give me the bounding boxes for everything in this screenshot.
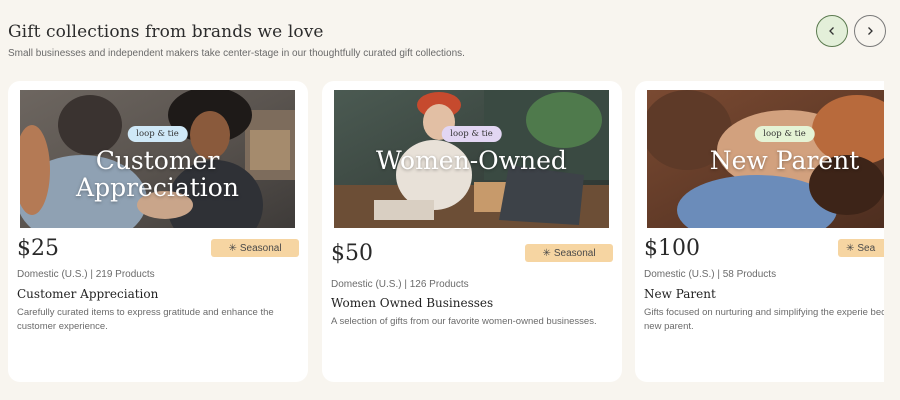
card-meta: Domestic (U.S.) | 126 Products — [331, 279, 469, 290]
card-name[interactable]: New Parent — [644, 287, 716, 301]
price: $50 — [331, 241, 373, 266]
status-badge: ✳ Seasonal — [525, 244, 613, 262]
overlay-line: Appreciation — [76, 173, 239, 202]
overlay-line: New Parent — [709, 146, 860, 175]
status-badge: ✳ Sea — [838, 239, 884, 257]
card-description: A selection of gifts from our favorite w… — [331, 316, 597, 327]
carousel-track: loop & tie Customer Appreciation $25 ✳ S… — [0, 0, 884, 400]
collection-card-new-parent[interactable]: loop & tie New Parent $100 ✳ Sea Domesti… — [635, 81, 884, 382]
collection-card-women-owned[interactable]: loop & tie Women-Owned $50 ✳ Seasonal Do… — [322, 81, 622, 382]
image-overlay-title: Women-Owned — [334, 147, 609, 174]
card-meta: Domestic (U.S.) | 219 Products — [17, 269, 155, 280]
price: $100 — [644, 236, 700, 261]
card-image[interactable]: loop & tie Women-Owned — [334, 90, 609, 228]
image-overlay-title: Customer Appreciation — [20, 147, 295, 201]
brand-pill: loop & tie — [441, 126, 502, 142]
badge-label: Sea — [857, 242, 876, 254]
brand-pill: loop & tie — [127, 126, 188, 142]
card-image[interactable]: loop & tie Customer Appreciation — [20, 90, 295, 228]
overlay-line: Women-Owned — [376, 146, 567, 175]
card-image[interactable]: loop & tie New Parent — [647, 90, 884, 228]
card-name[interactable]: Women Owned Businesses — [331, 296, 493, 310]
snowflake-icon: ✳ — [228, 242, 237, 254]
snowflake-icon: ✳ — [542, 247, 551, 259]
image-overlay-title: New Parent — [647, 147, 884, 174]
badge-label: Seasonal — [239, 242, 282, 254]
card-name[interactable]: Customer Appreciation — [17, 287, 158, 301]
status-badge: ✳ Seasonal — [211, 239, 299, 257]
card-description: Carefully curated items to express grati… — [17, 307, 274, 332]
card-description: Gifts focused on nurturing and simplifyi… — [644, 307, 884, 332]
price: $25 — [17, 236, 59, 261]
brand-pill: loop & tie — [754, 126, 815, 142]
card-meta: Domestic (U.S.) | 58 Products — [644, 269, 777, 280]
overlay-line: Customer — [95, 146, 220, 175]
collection-card-customer-appreciation[interactable]: loop & tie Customer Appreciation $25 ✳ S… — [8, 81, 308, 382]
snowflake-icon: ✳ — [846, 242, 855, 254]
badge-label: Seasonal — [553, 247, 596, 259]
